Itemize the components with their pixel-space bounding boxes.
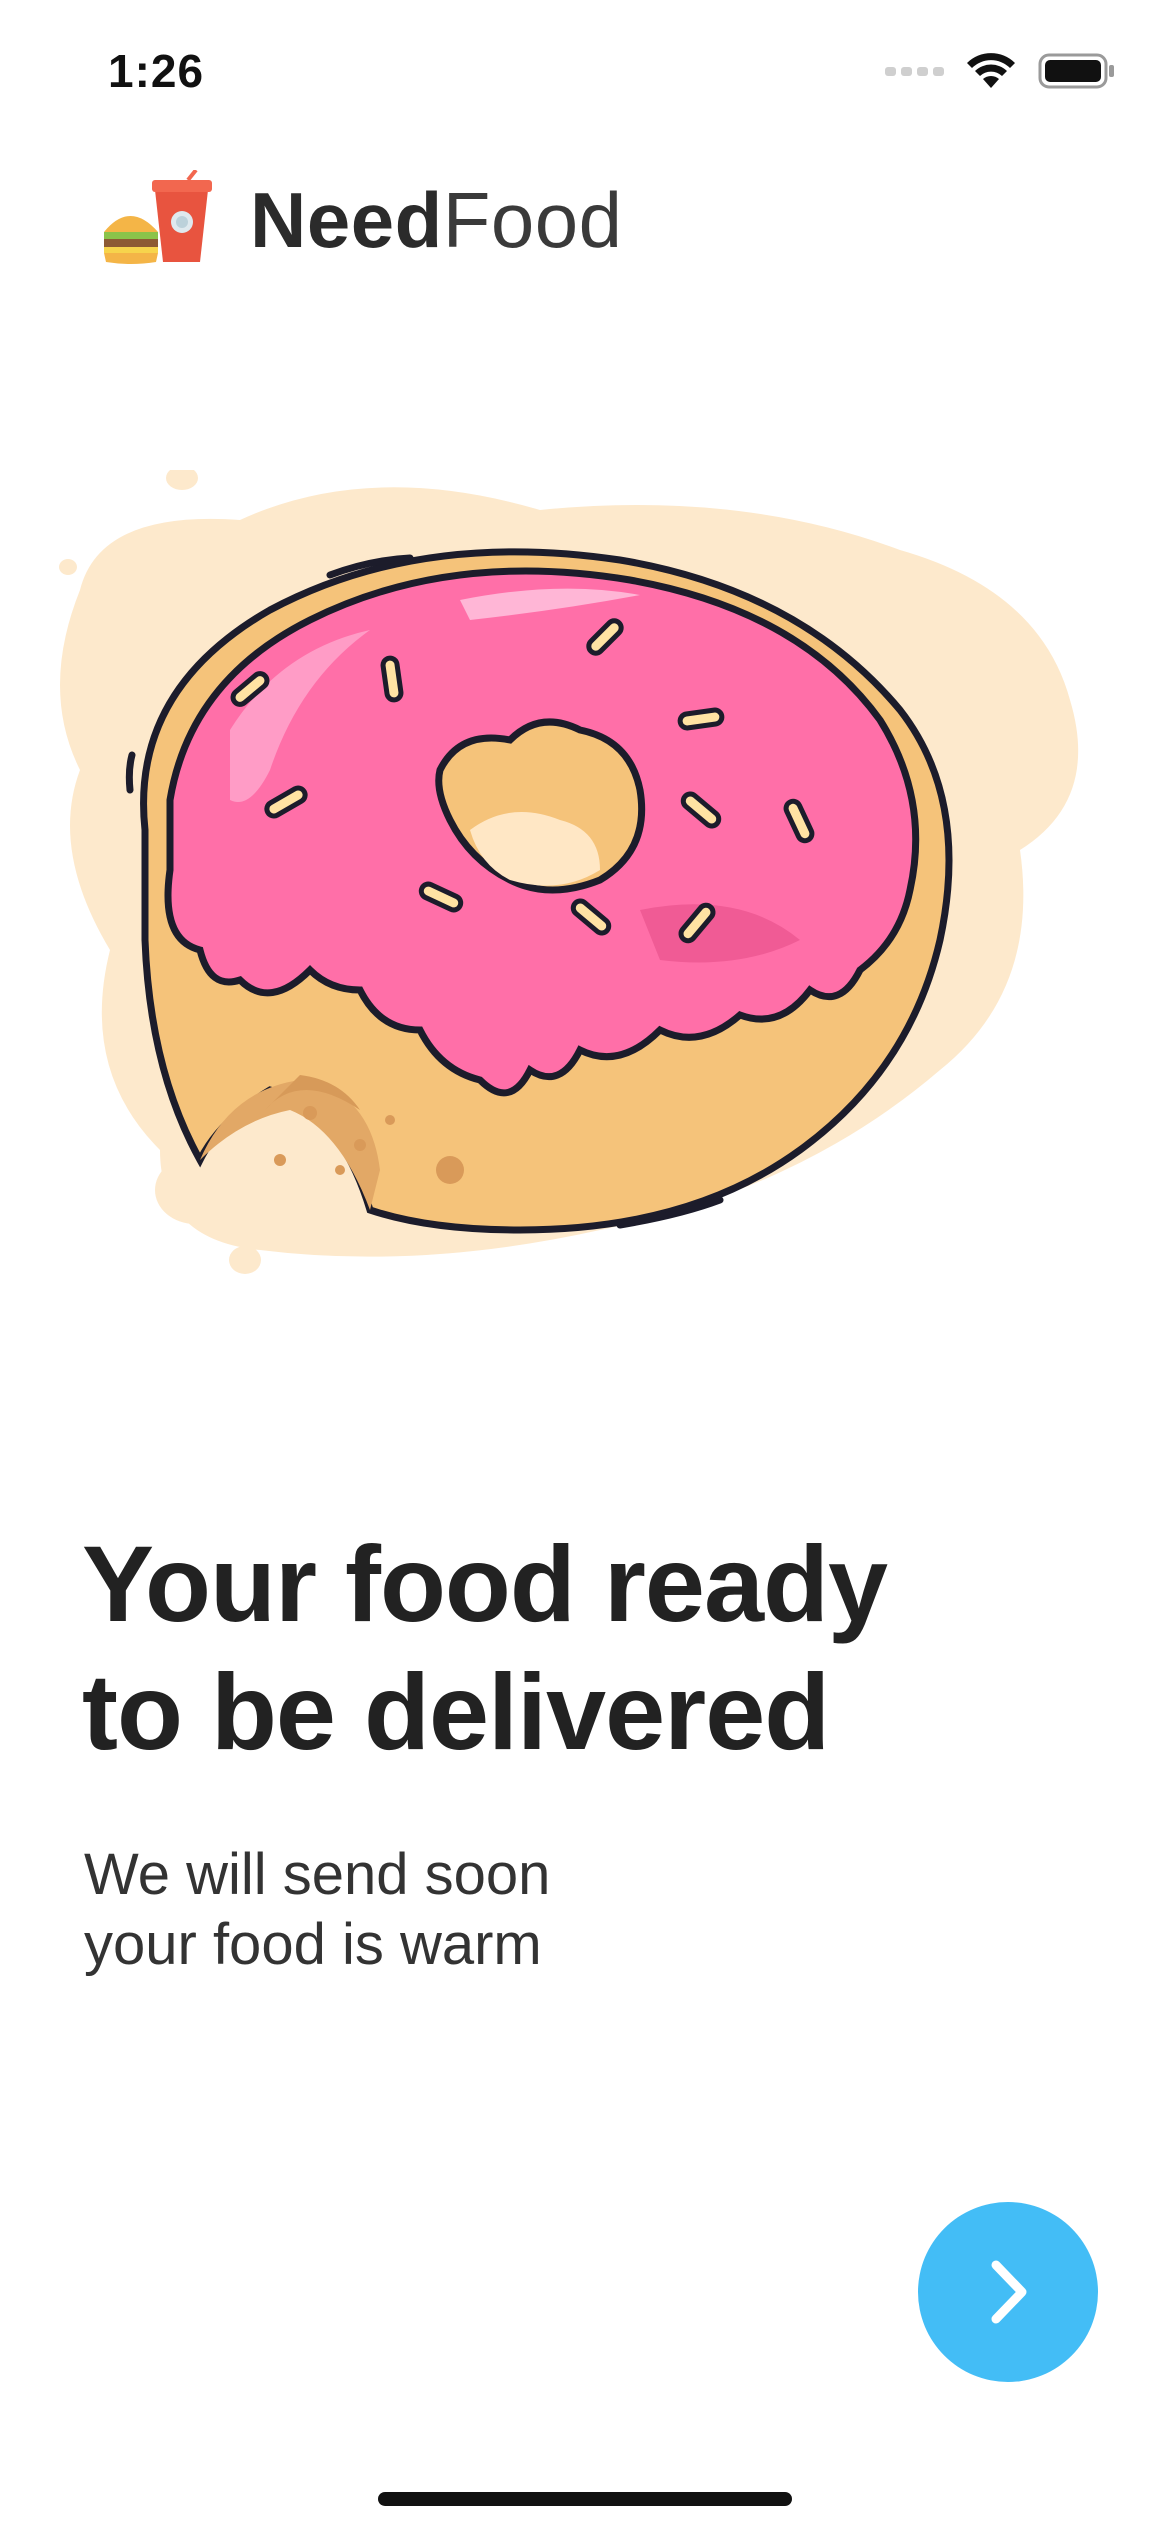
app-name: NeedFood xyxy=(250,181,623,259)
battery-icon xyxy=(1038,53,1114,89)
app-name-light: Food xyxy=(442,176,623,264)
wifi-icon xyxy=(967,53,1015,88)
next-button[interactable] xyxy=(918,2202,1098,2382)
headline-line-1: Your food ready xyxy=(82,1523,888,1644)
chevron-right-icon xyxy=(991,2260,1027,2324)
onboarding-subtitle: We will send soon your food is warm xyxy=(84,1840,1084,1980)
headline-line-2: to be delivered xyxy=(82,1651,830,1772)
status-icons xyxy=(885,52,1116,90)
cellular-signal-icon xyxy=(885,66,944,76)
onboarding-headline: Your food ready to be delivered xyxy=(82,1520,1082,1776)
brand-header: NeedFood xyxy=(100,170,623,270)
subtitle-line-1: We will send soon xyxy=(84,1842,551,1907)
burger-and-drink-icon xyxy=(100,170,220,270)
subtitle-line-2: your food is warm xyxy=(84,1912,542,1977)
home-indicator[interactable] xyxy=(378,2492,792,2506)
bitten-pink-donut-illustration xyxy=(40,470,1130,1310)
status-time: 1:26 xyxy=(108,45,205,97)
app-name-strong: Need xyxy=(250,176,443,264)
status-bar: 1:26 xyxy=(0,0,1170,140)
onboarding-screen: 1:26 NeedFood Your food ready to be deli… xyxy=(0,0,1170,2532)
